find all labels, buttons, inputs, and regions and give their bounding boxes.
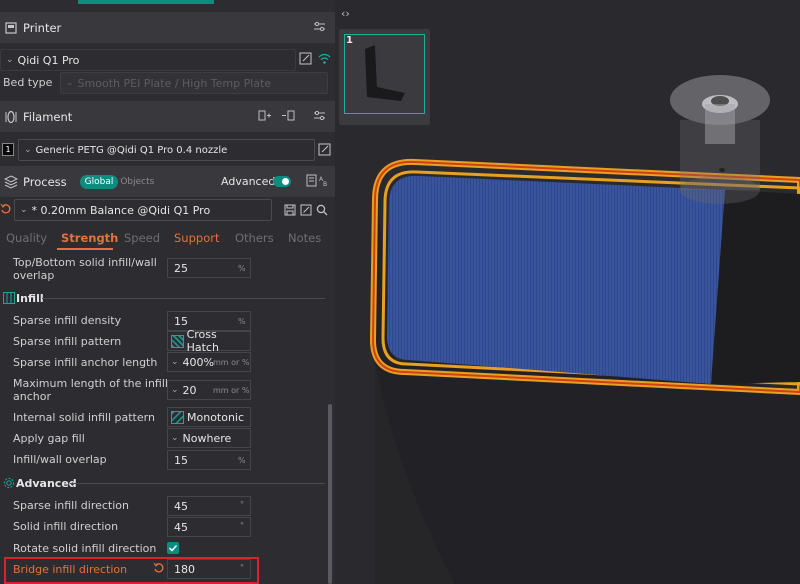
advanced-mode-label: Advanced (221, 175, 276, 188)
collapse-panel-icon[interactable]: ‹› (341, 7, 350, 20)
sparse-pattern-select[interactable]: Cross Hatch (167, 328, 251, 354)
compare-icon[interactable]: AB (306, 174, 330, 191)
add-filament-icon[interactable] (258, 109, 272, 125)
svg-text:B: B (323, 181, 327, 188)
infill-group-title: Infill (16, 292, 44, 305)
filament-slot-badge[interactable]: 1 (2, 143, 14, 156)
printer-name: Qidi Q1 Pro (17, 53, 80, 67)
process-icon (4, 174, 18, 189)
sparse-density-unit: % (238, 317, 246, 326)
plate-object-preview (365, 45, 405, 101)
tab-notes[interactable]: Notes (288, 231, 321, 245)
top-overlap-unit: % (238, 264, 246, 273)
rotate-solid-checkbox[interactable] (167, 542, 179, 554)
gap-fill-label: Apply gap fill (13, 432, 85, 445)
global-toggle[interactable]: Global (79, 174, 119, 189)
infill-wall-overlap-label: Infill/wall overlap (13, 453, 107, 466)
filament-title: Filament (23, 109, 73, 124)
chevron-down-icon: ⌄ (171, 357, 179, 367)
filament-icon (4, 110, 18, 124)
save-preset-icon[interactable] (284, 204, 296, 219)
process-section-header: Process Global Objects Advanced AB (0, 166, 335, 197)
solid-direction-input[interactable]: 45 (167, 517, 251, 537)
filament-select[interactable]: ⌄ Generic PETG @Qidi Q1 Pro 0.4 nozzle (18, 139, 315, 161)
anchor-length-label: Sparse infill anchor length (13, 356, 158, 369)
infill-icon (3, 292, 15, 304)
advanced-group-header: Advanced (0, 474, 325, 494)
tab-strength[interactable]: Strength (61, 231, 118, 245)
settings-tabs: Quality Strength Speed Support Others No… (0, 228, 335, 250)
gap-fill-select[interactable]: ⌄ Nowhere (167, 428, 251, 448)
advanced-mode-switch[interactable] (273, 176, 291, 187)
rotate-solid-label: Rotate solid infill direction (13, 542, 157, 555)
plate-number: 1 (346, 35, 353, 46)
printer-section-header: Printer (0, 12, 335, 43)
process-preset-name: * 0.20mm Balance @Qidi Q1 Pro (31, 203, 211, 217)
bed-type-value: Smooth PEI Plate / High Temp Plate (77, 76, 272, 90)
cross-hatch-pattern-icon (171, 334, 184, 348)
tab-quality[interactable]: Quality (6, 231, 47, 245)
printer-title: Printer (23, 20, 62, 35)
edit-icon[interactable] (299, 52, 312, 68)
3d-viewport[interactable]: ‹› 1 (335, 0, 800, 584)
sparse-density-label: Sparse infill density (13, 314, 122, 327)
chevron-down-icon: ⌄ (20, 205, 28, 215)
chevron-down-icon: ⌄ (66, 78, 74, 88)
chevron-down-icon: ⌄ (6, 55, 14, 65)
bed-type-label: Bed type (3, 76, 53, 89)
chevron-down-icon: ⌄ (171, 385, 179, 395)
printer-icon (4, 21, 18, 35)
process-preset-select[interactable]: ⌄ * 0.20mm Balance @Qidi Q1 Pro (14, 199, 272, 221)
sparse-direction-input[interactable]: 45 (167, 496, 251, 516)
settings-scrollbar[interactable] (328, 404, 332, 584)
max-anchor-unit: mm or % (213, 386, 250, 395)
advanced-group-title: Advanced (16, 477, 77, 490)
highlight-box (4, 557, 259, 584)
monotonic-pattern-icon (171, 410, 184, 424)
plate-thumbnail-frame (344, 34, 425, 114)
infill-group-header: Infill (0, 289, 325, 309)
max-anchor-label: Maximum length of the infill anchor (13, 377, 168, 403)
advanced-icon (3, 477, 15, 489)
tab-underline (57, 248, 113, 250)
sparse-direction-label: Sparse infill direction (13, 499, 129, 512)
ghost-cylinder[interactable] (670, 75, 770, 204)
objects-toggle[interactable]: Objects (120, 177, 154, 187)
filament-settings-icon[interactable] (313, 109, 326, 125)
plate-thumbnail[interactable]: 1 (339, 29, 430, 125)
edit-filament-icon[interactable] (318, 143, 331, 159)
anchor-length-unit: mm or % (213, 358, 250, 367)
sparse-direction-unit: ° (240, 500, 244, 509)
solid-direction-unit: ° (240, 521, 244, 530)
remove-filament-icon[interactable] (281, 109, 295, 125)
active-tab-indicator (78, 0, 214, 4)
tab-others[interactable]: Others (235, 231, 274, 245)
process-title: Process (23, 174, 67, 189)
solid-direction-label: Solid infill direction (13, 520, 119, 533)
internal-pattern-label: Internal solid infill pattern (13, 411, 155, 424)
edit-preset-icon[interactable] (300, 204, 312, 219)
divider (42, 298, 325, 299)
wifi-icon[interactable] (318, 52, 331, 68)
sparse-pattern-label: Sparse infill pattern (13, 335, 122, 348)
top-bottom-overlap-label: Top/Bottom solid infill/wall overlap (13, 256, 157, 282)
divider (70, 483, 325, 484)
printer-select[interactable]: ⌄ Qidi Q1 Pro (0, 49, 296, 71)
internal-pattern-select[interactable]: Monotonic (167, 407, 251, 427)
settings-panel: Printer ⌄ Qidi Q1 Pro Bed type ⌄ Smooth … (0, 0, 335, 584)
search-icon[interactable] (316, 204, 328, 219)
tab-support[interactable]: Support (174, 231, 219, 245)
tab-speed[interactable]: Speed (124, 231, 160, 245)
chevron-down-icon: ⌄ (171, 433, 179, 443)
chevron-down-icon: ⌄ (24, 145, 32, 155)
bed-type-select[interactable]: ⌄ Smooth PEI Plate / High Temp Plate (60, 72, 328, 94)
printer-settings-icon[interactable] (313, 20, 326, 36)
reset-preset-icon[interactable] (0, 203, 12, 218)
infill-wall-overlap-unit: % (238, 456, 246, 465)
filament-name: Generic PETG @Qidi Q1 Pro 0.4 nozzle (35, 144, 228, 156)
